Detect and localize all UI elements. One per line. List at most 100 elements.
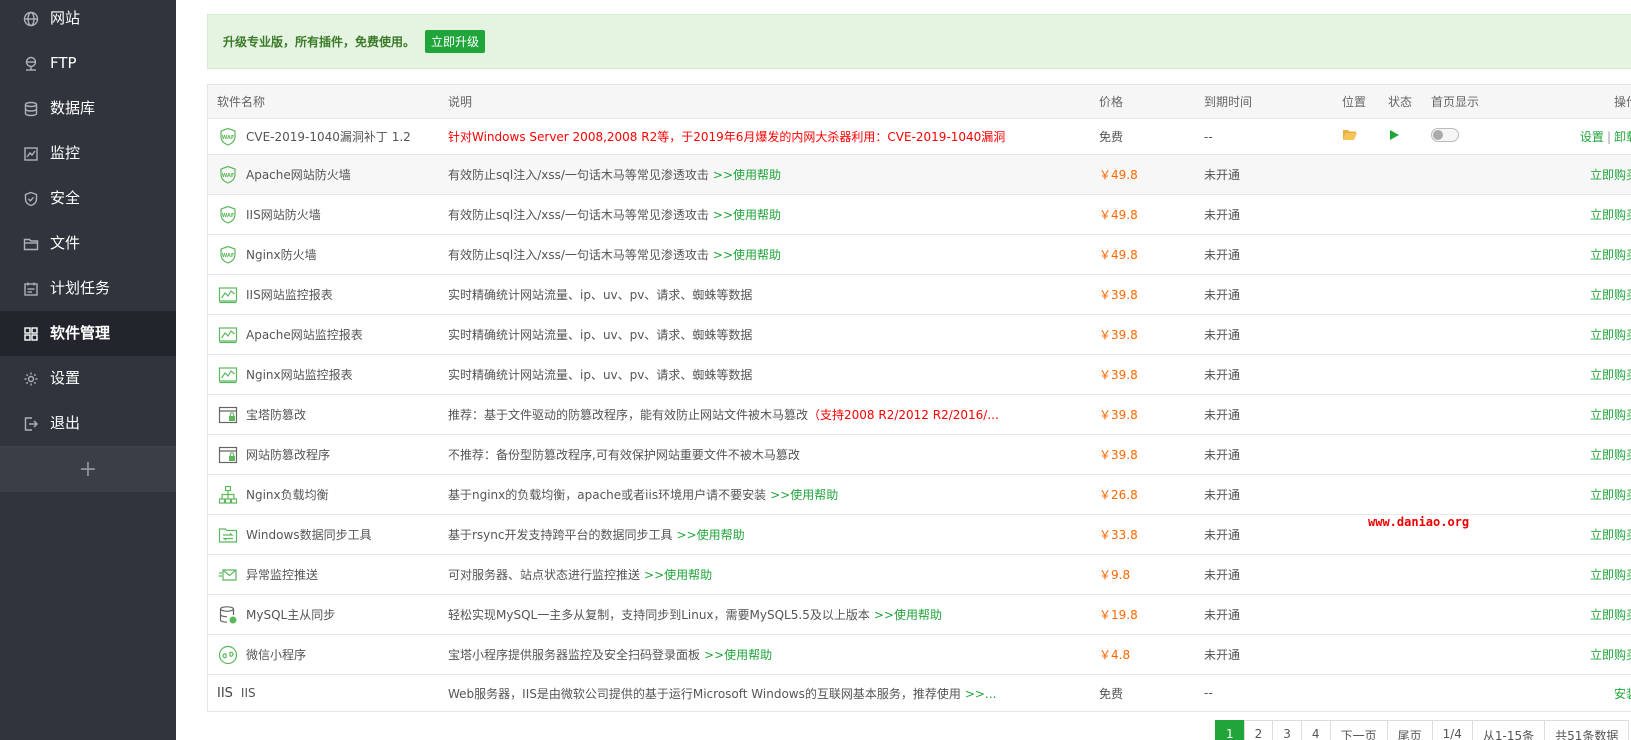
table-header: 软件名称 说明 价格 到期时间 位置 状态 首页显示 操作	[208, 85, 1631, 119]
sidebar-item-database[interactable]: 数据库	[0, 86, 176, 131]
buy-link[interactable]: 立即购买	[1590, 446, 1631, 463]
uninstall-link[interactable]: 卸载	[1614, 130, 1631, 144]
help-link[interactable]: >>使用帮助	[704, 648, 772, 662]
help-link[interactable]: >>使用帮助	[770, 488, 838, 502]
buy-link[interactable]: 立即购买	[1590, 206, 1631, 223]
table-row: 宝塔防篡改 推荐：基于文件驱动的防篡改程序，能有效防止网站文件被木马篡改（支持2…	[208, 395, 1631, 435]
sidebar: 网站 FTP 数据库 监控 安全 文件 计划任务 软件管理 设置 退出 +	[0, 0, 176, 740]
sidebar-item-label: 软件管理	[50, 324, 111, 342]
settings-link[interactable]: 设置	[1580, 130, 1604, 144]
header-location: 位置	[1342, 95, 1367, 109]
help-link[interactable]: >>使用帮助	[713, 168, 781, 182]
help-link[interactable]: >>...	[965, 687, 997, 701]
page-3[interactable]: 3	[1272, 720, 1302, 740]
buy-link[interactable]: 立即购买	[1590, 326, 1631, 343]
sidebar-item-files[interactable]: 文件	[0, 221, 176, 266]
table-row: WAF IIS网站防火墙 有效防止sql注入/xss/一句话木马等常见渗透攻击 >…	[208, 195, 1631, 235]
table-row: IIS IIS Web服务器，IIS是由微软公司提供的基于运行Microsoft…	[208, 675, 1631, 711]
grid-icon	[22, 325, 40, 343]
page-info: 1/4	[1431, 720, 1473, 740]
open-folder-icon[interactable]	[1342, 128, 1358, 145]
buy-link[interactable]: 立即购买	[1590, 606, 1631, 623]
header-state: 状态	[1388, 95, 1413, 109]
software-price: ￥39.8	[1099, 448, 1138, 462]
software-table: 软件名称 说明 价格 到期时间 位置 状态 首页显示 操作 WAF CVE-20…	[207, 84, 1631, 712]
buy-link[interactable]: 立即购买	[1590, 486, 1631, 503]
software-expire: --	[1204, 686, 1213, 700]
svg-text:WAF: WAF	[222, 213, 235, 219]
page-2[interactable]: 2	[1243, 720, 1274, 740]
waf-icon: WAF	[217, 244, 239, 266]
software-desc-note: （支持2008 R2/2012 R2/2016/...	[808, 408, 999, 422]
waf-icon: WAF	[217, 204, 239, 226]
sync-folder-icon	[217, 524, 239, 546]
sidebar-item-label: FTP	[50, 53, 77, 72]
software-expire: 未开通	[1204, 608, 1241, 622]
software-name: Nginx网站监控报表	[246, 368, 353, 382]
software-name: Nginx防火墙	[246, 248, 317, 262]
table-row: 微信小程序 宝塔小程序提供服务器监控及安全扫码登录面板 >>使用帮助 ￥4.8 未…	[208, 635, 1631, 675]
add-menu-button[interactable]: +	[0, 446, 176, 492]
help-link[interactable]: >>使用帮助	[713, 208, 781, 222]
buy-link[interactable]: 立即购买	[1590, 566, 1631, 583]
buy-link[interactable]: 立即购买	[1590, 406, 1631, 423]
header-desc: 说明	[448, 95, 473, 109]
software-expire: 未开通	[1204, 448, 1241, 462]
software-name: IIS网站监控报表	[246, 288, 333, 302]
buy-link[interactable]: 立即购买	[1590, 166, 1631, 183]
software-desc: 有效防止sql注入/xss/一句话木马等常见渗透攻击	[448, 208, 709, 222]
table-row: Nginx负载均衡 基于nginx的负载均衡，apache或者iis环境用户请不…	[208, 475, 1631, 515]
sidebar-item-settings[interactable]: 设置	[0, 356, 176, 401]
software-price: ￥9.8	[1099, 568, 1131, 582]
page-1[interactable]: 1	[1215, 720, 1245, 740]
software-desc: 实时精确统计网站流量、ip、uv、pv、请求、蜘蛛等数据	[448, 368, 753, 382]
software-desc: 基于nginx的负载均衡，apache或者iis环境用户请不要安装	[448, 488, 767, 502]
page-4[interactable]: 4	[1300, 720, 1331, 740]
software-price: ￥39.8	[1099, 328, 1138, 342]
monitor-icon	[22, 145, 40, 163]
software-expire: 未开通	[1204, 288, 1241, 302]
sidebar-item-monitor[interactable]: 监控	[0, 131, 176, 176]
header-op: 操作	[1613, 95, 1631, 109]
software-price: ￥39.8	[1099, 368, 1138, 382]
buy-link[interactable]: 立即购买	[1590, 246, 1631, 263]
iis-icon: IIS	[217, 685, 233, 701]
db-sync-icon	[217, 604, 239, 626]
software-expire: --	[1204, 129, 1213, 144]
help-link[interactable]: >>使用帮助	[644, 568, 712, 582]
software-expire: 未开通	[1204, 168, 1241, 182]
sidebar-item-security[interactable]: 安全	[0, 176, 176, 221]
last-page[interactable]: 尾页	[1386, 720, 1433, 740]
chart-icon	[217, 324, 239, 346]
help-link[interactable]: >>使用帮助	[677, 528, 745, 542]
buy-link[interactable]: 立即购买	[1590, 526, 1631, 543]
browser-lock-icon	[217, 404, 239, 426]
help-link[interactable]: >>使用帮助	[713, 248, 781, 262]
next-page[interactable]: 下一页	[1329, 720, 1388, 740]
sidebar-item-ftp[interactable]: FTP	[0, 41, 176, 86]
buy-link[interactable]: 立即购买	[1590, 366, 1631, 383]
upgrade-button[interactable]: 立即升级	[425, 30, 486, 53]
shield-icon	[22, 190, 40, 208]
help-link[interactable]: >>使用帮助	[874, 608, 942, 622]
software-price: ￥49.8	[1099, 208, 1138, 222]
install-link[interactable]: 安装	[1614, 685, 1631, 702]
sidebar-item-label: 退出	[50, 414, 81, 432]
software-expire: 未开通	[1204, 648, 1241, 662]
homepage-toggle[interactable]	[1431, 128, 1459, 142]
buy-link[interactable]: 立即购买	[1590, 646, 1631, 663]
sidebar-item-logout[interactable]: 退出	[0, 401, 176, 446]
software-expire: 未开通	[1204, 528, 1241, 542]
sidebar-item-website[interactable]: 网站	[0, 0, 176, 41]
sidebar-item-software[interactable]: 软件管理	[0, 311, 176, 356]
header-price: 价格	[1099, 95, 1124, 109]
play-icon[interactable]	[1388, 129, 1400, 144]
software-expire: 未开通	[1204, 408, 1241, 422]
software-expire: 未开通	[1204, 208, 1241, 222]
waf-icon: WAF	[217, 126, 239, 148]
sidebar-item-cron[interactable]: 计划任务	[0, 266, 176, 311]
browser-lock-icon	[217, 444, 239, 466]
software-price: ￥26.8	[1099, 488, 1138, 502]
software-expire: 未开通	[1204, 568, 1241, 582]
buy-link[interactable]: 立即购买	[1590, 286, 1631, 303]
